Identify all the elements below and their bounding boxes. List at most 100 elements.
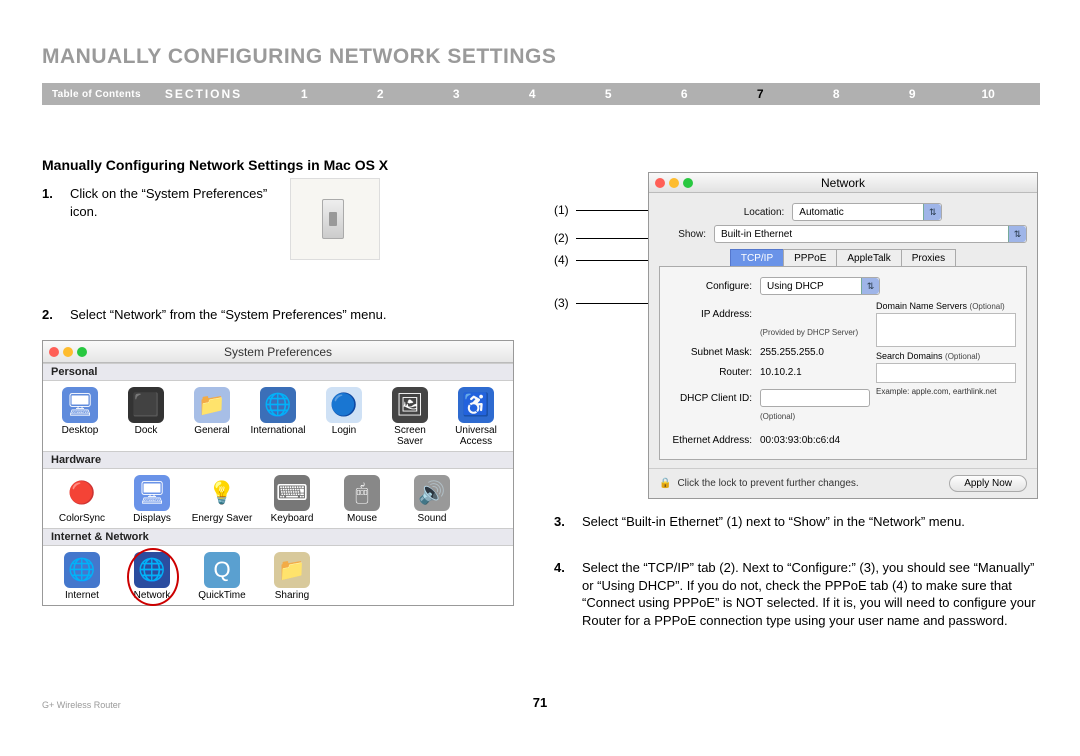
chevron-updown-icon: ⇅ [1008, 226, 1026, 242]
ip-label: IP Address: [670, 309, 760, 320]
pref-item-label: Screen Saver [381, 425, 439, 447]
pref-item-label: Mouse [347, 513, 377, 524]
step-1-num: 1. [42, 185, 70, 220]
pref-item-screen-saver[interactable]: 🖼Screen Saver [381, 387, 439, 447]
category-hardware: Hardware [43, 451, 513, 469]
quicktime-icon: Q [204, 552, 240, 588]
tab-proxies[interactable]: Proxies [901, 249, 956, 267]
pref-item-displays[interactable]: 🖥Displays [121, 475, 183, 524]
pref-item-energy-saver[interactable]: 💡Energy Saver [191, 475, 253, 524]
international-icon: 🌐 [260, 387, 296, 423]
pref-item-keyboard[interactable]: ⌨Keyboard [261, 475, 323, 524]
network-window: Network Location: Automatic ⇅ Show: Buil… [648, 172, 1038, 499]
pref-item-label: General [194, 425, 230, 436]
pref-item-universal-access[interactable]: ♿Universal Access [447, 387, 505, 447]
show-select[interactable]: Built-in Ethernet ⇅ [714, 225, 1027, 243]
nav-num-7[interactable]: 7 [722, 87, 798, 101]
lock-text: Click the lock to prevent further change… [677, 478, 858, 489]
location-value: Automatic [799, 207, 843, 218]
step-2-num: 2. [42, 306, 70, 324]
general-icon: 📁 [194, 387, 230, 423]
eth-value: 00:03:93:0b:c6:d4 [760, 435, 840, 446]
system-preferences-window: System Preferences Personal 🖥Desktop⬛Doc… [42, 340, 514, 606]
eth-label: Ethernet Address: [670, 435, 760, 446]
pref-item-sound[interactable]: 🔊Sound [401, 475, 463, 524]
lock-row: 🔒 Click the lock to prevent further chan… [649, 468, 1037, 498]
tab-pppoe[interactable]: PPPoE [783, 249, 836, 267]
pref-item-label: Desktop [62, 425, 99, 436]
dhcp-client-input[interactable] [760, 389, 870, 407]
search-domains-input[interactable] [876, 363, 1016, 383]
show-value: Built-in Ethernet [721, 229, 792, 240]
pref-item-international[interactable]: 🌐International [249, 387, 307, 447]
step-3-text: Select “Built-in Ethernet” (1) next to “… [582, 513, 1044, 531]
nav-num-10[interactable]: 10 [950, 87, 1026, 101]
keyboard-icon: ⌨ [274, 475, 310, 511]
nav-num-5[interactable]: 5 [570, 87, 646, 101]
pref-item-general[interactable]: 📁 General [183, 387, 241, 447]
tab-appletalk[interactable]: AppleTalk [836, 249, 900, 267]
network-titlebar: Network [649, 173, 1037, 193]
pref-item-label: Universal Access [447, 425, 505, 447]
pref-item-label: ColorSync [59, 513, 105, 524]
nav-num-6[interactable]: 6 [646, 87, 722, 101]
pref-item-label: QuickTime [198, 590, 245, 601]
pref-item-sharing[interactable]: 📁Sharing [261, 552, 323, 601]
nav-num-2[interactable]: 2 [342, 87, 418, 101]
network-title: Network [649, 176, 1037, 190]
system-preferences-icon [290, 178, 380, 260]
subheader: Manually Configuring Network Settings in… [42, 157, 388, 173]
sharing-icon: 📁 [274, 552, 310, 588]
step-4-text: Select the “TCP/IP” tab (2). Next to “Co… [582, 559, 1044, 629]
nav-sections-label: SECTIONS [155, 87, 266, 101]
pref-item-login[interactable]: 🔵 Login [315, 387, 373, 447]
pref-item-network[interactable]: 🌐Network [121, 552, 183, 601]
step-1-text: Click on the “System Preferences” icon. [70, 185, 292, 220]
configure-value: Using DHCP [767, 281, 824, 292]
step-1: 1. Click on the “System Preferences” ico… [42, 185, 292, 220]
pref-item-label: Login [332, 425, 356, 436]
desktop-icon: 🖥 [62, 387, 98, 423]
dns-input[interactable] [876, 313, 1016, 347]
tab-tcpip[interactable]: TCP/IP [730, 249, 783, 267]
lock-icon[interactable]: 🔒 [659, 478, 671, 489]
pref-item-label: Sound [418, 513, 447, 524]
location-select[interactable]: Automatic ⇅ [792, 203, 942, 221]
colorsync-icon: 🔴 [64, 475, 100, 511]
apply-now-button[interactable]: Apply Now [949, 475, 1027, 492]
pref-item-quicktime[interactable]: Q QuickTime [191, 552, 253, 601]
window-title: System Preferences [43, 345, 513, 359]
search-domains-label: Search Domains [876, 351, 943, 361]
pref-item-label: Energy Saver [192, 513, 253, 524]
screen-saver-icon: 🖼 [392, 387, 428, 423]
pref-item-colorsync[interactable]: 🔴 ColorSync [51, 475, 113, 524]
pref-item-internet[interactable]: 🌐 Internet [51, 552, 113, 601]
tabs: TCP/IP PPPoE AppleTalk Proxies [659, 249, 1027, 267]
chevron-updown-icon: ⇅ [861, 278, 879, 294]
pref-item-mouse[interactable]: 🖱Mouse [331, 475, 393, 524]
nav-num-3[interactable]: 3 [418, 87, 494, 101]
universal-access-icon: ♿ [458, 387, 494, 423]
nav-num-8[interactable]: 8 [798, 87, 874, 101]
location-label: Location: [744, 207, 793, 218]
pref-item-label: Internet [65, 590, 99, 601]
internet-icon: 🌐 [64, 552, 100, 588]
nav-num-9[interactable]: 9 [874, 87, 950, 101]
dhcp-note: (Optional) [760, 412, 795, 421]
login-icon: 🔵 [326, 387, 362, 423]
displays-icon: 🖥 [134, 475, 170, 511]
dns-panel: Domain Name Servers (Optional) Search Do… [876, 301, 1016, 396]
nav-num-1[interactable]: 1 [266, 87, 342, 101]
footer-product: G+ Wireless Router [42, 700, 121, 710]
nav-toc[interactable]: Table of Contents [42, 89, 155, 100]
nav-num-4[interactable]: 4 [494, 87, 570, 101]
callout-2: (2) [554, 231, 569, 245]
pref-item-label: Dock [135, 425, 158, 436]
configure-select[interactable]: Using DHCP ⇅ [760, 277, 880, 295]
pref-item-desktop[interactable]: 🖥 Desktop [51, 387, 109, 447]
step-3: 3. Select “Built-in Ethernet” (1) next t… [554, 513, 1044, 531]
step-4-num: 4. [554, 559, 582, 629]
pref-item-dock[interactable]: ⬛Dock [117, 387, 175, 447]
nav-bar: Table of Contents SECTIONS 1 2 3 4 5 6 7… [42, 83, 1040, 105]
ip-note: (Provided by DHCP Server) [760, 328, 858, 337]
